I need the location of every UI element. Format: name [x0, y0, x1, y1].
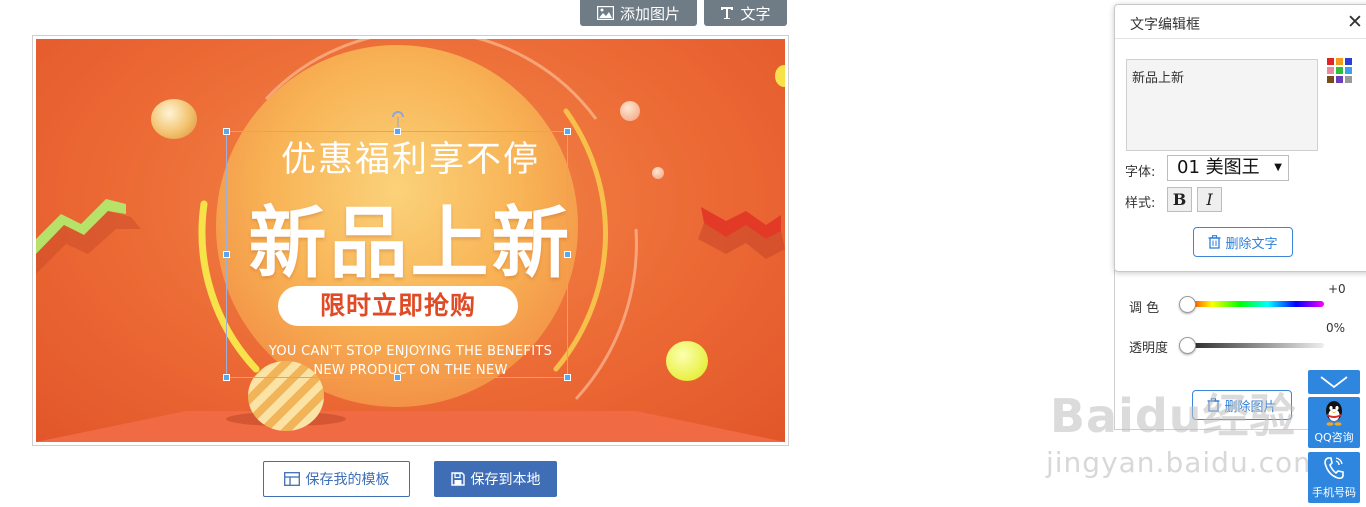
color-swatch[interactable]	[1336, 76, 1343, 83]
image-icon	[596, 6, 614, 20]
phone-number-label: 手机号码	[1312, 486, 1356, 499]
trash-icon	[1208, 235, 1221, 249]
hue-value: +0	[1328, 282, 1346, 296]
save-template-button[interactable]: 保存我的模板	[263, 461, 410, 497]
caret-down-icon: ▼	[1274, 162, 1282, 173]
rotate-handle-icon[interactable]	[390, 107, 406, 127]
opacity-slider-knob[interactable]	[1179, 337, 1196, 354]
color-swatch[interactable]	[1327, 67, 1334, 74]
resize-handle[interactable]	[394, 128, 401, 135]
color-swatch[interactable]	[1327, 58, 1334, 65]
save-template-label: 保存我的模板	[305, 472, 390, 488]
text-editor-panel: 文字编辑框 ✕ 新品上新 字体: 01 美图王 ▼ 样式: B I 删除文字	[1114, 4, 1366, 272]
design-canvas[interactable]: 优惠福利享不停 新品上新 限时立即抢购 YOU CAN'T STOP ENJOY…	[32, 35, 789, 446]
editor-screen: 添加图片 文字 优惠福利享不停 新品上新 限时立即抢购 YOU CAN'T ST…	[0, 0, 1366, 507]
bold-button[interactable]: B	[1167, 187, 1192, 212]
color-swatch[interactable]	[1336, 67, 1343, 74]
template-icon	[283, 472, 300, 486]
save-local-button[interactable]: 保存到本地	[434, 461, 557, 497]
opacity-label: 透明度	[1129, 341, 1169, 356]
resize-handle[interactable]	[223, 251, 230, 258]
font-label: 字体:	[1125, 165, 1156, 180]
style-label: 样式:	[1125, 196, 1156, 211]
text-selection-box[interactable]	[223, 111, 571, 381]
opacity-value: 0%	[1326, 321, 1346, 335]
hue-slider[interactable]	[1184, 301, 1324, 307]
phone-icon	[1324, 457, 1344, 480]
resize-handle[interactable]	[223, 128, 230, 135]
pink-ball	[620, 101, 640, 121]
color-swatch[interactable]	[1327, 76, 1334, 83]
delete-text-label: 删除文字	[1225, 236, 1278, 252]
close-icon[interactable]: ✕	[1347, 12, 1363, 32]
text-editor-title: 文字编辑框	[1130, 17, 1200, 33]
save-icon	[450, 472, 465, 486]
color-swatch[interactable]	[1345, 67, 1352, 74]
qq-consult-label: QQ咨询	[1314, 431, 1354, 444]
add-text-label: 文字	[740, 4, 771, 23]
resize-handle[interactable]	[564, 251, 571, 258]
font-select[interactable]: 01 美图王 ▼	[1167, 155, 1289, 181]
hue-slider-knob[interactable]	[1179, 296, 1196, 313]
phone-number-button[interactable]: 手机号码	[1308, 452, 1360, 503]
resize-handle[interactable]	[564, 374, 571, 381]
add-text-button[interactable]: 文字	[704, 0, 787, 26]
divider	[1115, 38, 1366, 39]
color-swatch[interactable]	[1336, 58, 1343, 65]
hue-label: 调 色	[1129, 301, 1160, 316]
color-swatch[interactable]	[1345, 58, 1352, 65]
delete-text-button[interactable]: 删除文字	[1193, 227, 1293, 257]
resize-handle[interactable]	[394, 374, 401, 381]
add-image-label: 添加图片	[619, 4, 680, 23]
collapse-float-button[interactable]	[1308, 370, 1360, 394]
resize-handle[interactable]	[223, 374, 230, 381]
font-select-value: 01 美图王	[1177, 157, 1260, 178]
banner-image[interactable]: 优惠福利享不停 新品上新 限时立即抢购 YOU CAN'T STOP ENJOY…	[36, 39, 785, 442]
text-icon	[721, 7, 734, 19]
opacity-slider[interactable]	[1184, 343, 1324, 348]
italic-button[interactable]: I	[1197, 187, 1222, 212]
color-swatch[interactable]	[1345, 76, 1352, 83]
color-palette[interactable]	[1327, 58, 1355, 83]
text-content-input[interactable]: 新品上新	[1126, 59, 1318, 151]
watermark-url: jingyan.baidu.com	[1046, 446, 1322, 479]
save-local-label: 保存到本地	[470, 472, 541, 488]
watermark-logo: Baidu经验	[1050, 389, 1297, 443]
add-image-button[interactable]: 添加图片	[580, 0, 697, 26]
qq-consult-button[interactable]: QQ咨询	[1308, 397, 1360, 448]
resize-handle[interactable]	[564, 128, 571, 135]
chevron-down-icon	[1320, 376, 1348, 389]
qq-penguin-icon	[1326, 401, 1342, 426]
